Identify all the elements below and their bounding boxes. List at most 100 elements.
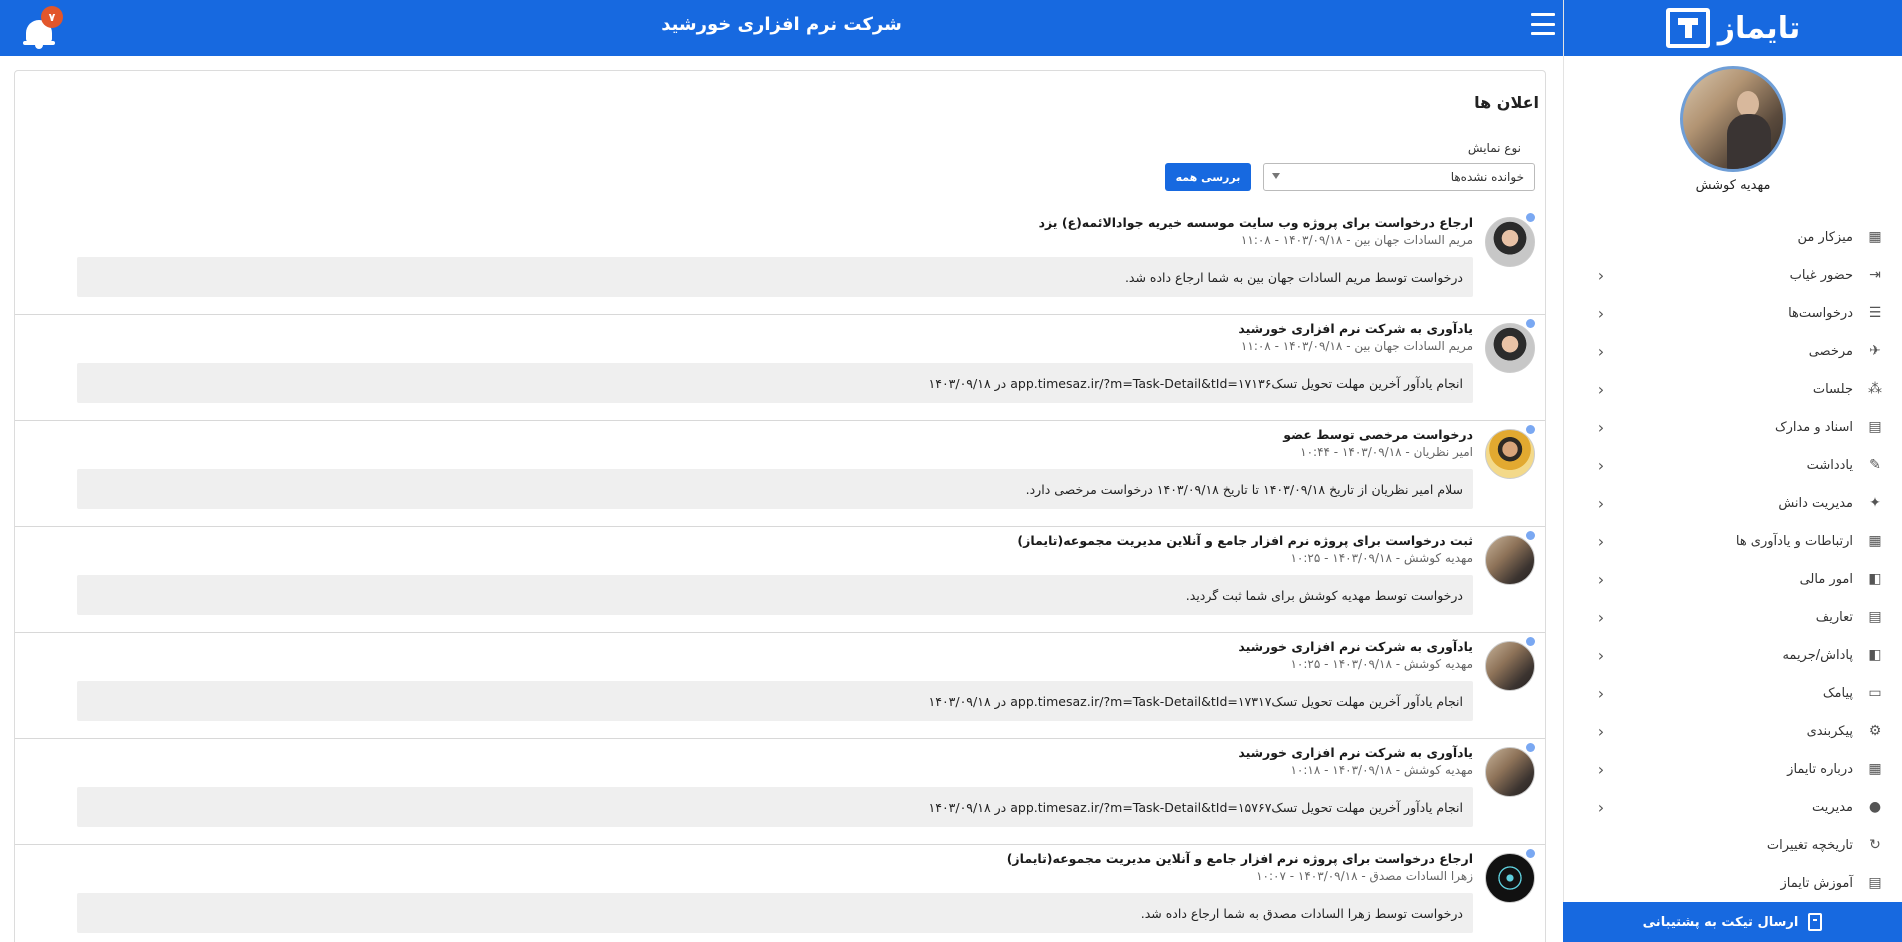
notification-body: درخواست توسط زهرا السادات مصدق به شما ار… bbox=[77, 893, 1473, 933]
chevron-left-icon: ‹ bbox=[1597, 379, 1605, 399]
history-icon: ↻ bbox=[1869, 837, 1881, 853]
sidebar-item-label: مرخصی bbox=[1808, 343, 1853, 359]
sidebar-item-13[interactable]: ⚙ پیکربندی ‹ bbox=[1564, 712, 1902, 750]
sidebar-item-4[interactable]: ⁂ جلسات ‹ bbox=[1564, 370, 1902, 408]
chevron-left-icon: ‹ bbox=[1597, 759, 1605, 779]
chevron-left-icon: ‹ bbox=[1597, 721, 1605, 741]
notification-title[interactable]: یادآوری به شرکت نرم افزاری خورشید bbox=[1238, 745, 1473, 760]
user-avatar[interactable] bbox=[1680, 66, 1786, 172]
user-name: مهدیه کوشش bbox=[1695, 178, 1771, 193]
logo-mark-icon bbox=[1665, 8, 1710, 48]
notification-title[interactable]: ارجاع درخواست برای پروژه نرم افزار جامع … bbox=[1007, 851, 1473, 866]
sidebar-item-label: حضور غیاب bbox=[1789, 267, 1853, 283]
notification-meta: مهدیه کوشش - ۱۴۰۳/۰۹/۱۸ - ۱۰:۲۵ bbox=[1290, 551, 1473, 565]
sidebar-item-label: امور مالی bbox=[1799, 571, 1853, 587]
requests-icon: ☰ bbox=[1868, 305, 1882, 321]
sidebar-item-8[interactable]: ▦ ارتباطات و یادآوری ها ‹ bbox=[1564, 522, 1902, 560]
sidebar-item-9[interactable]: ◧ امور مالی ‹ bbox=[1564, 560, 1902, 598]
unread-indicator bbox=[1526, 213, 1535, 222]
notification-item[interactable]: یادآوری به شرکت نرم افزاری خورشید مهدیه ک… bbox=[15, 739, 1545, 845]
notification-body: درخواست توسط مریم السادات جهان بین به شم… bbox=[77, 257, 1473, 297]
notification-body: انجام یادآور آخرین مهلت تحویل تسکapp.tim… bbox=[77, 681, 1473, 721]
notification-meta: مهدیه کوشش - ۱۴۰۳/۰۹/۱۸ - ۱۰:۲۵ bbox=[1290, 657, 1473, 671]
notification-title[interactable]: ثبت درخواست برای پروژه نرم افزار جامع و … bbox=[1017, 533, 1473, 548]
notification-title[interactable]: یادآوری به شرکت نرم افزاری خورشید bbox=[1238, 321, 1473, 336]
send-support-ticket-button[interactable]: ارسال تیکت به پشتیبانی bbox=[1563, 902, 1902, 942]
unread-indicator bbox=[1526, 849, 1535, 858]
sender-avatar bbox=[1485, 747, 1535, 797]
sidebar-item-5[interactable]: ▤ اسناد و مدارک ‹ bbox=[1564, 408, 1902, 446]
sidebar-item-15[interactable]: ● مدیریت ‹ bbox=[1564, 788, 1902, 826]
notifications-bell-button[interactable]: ۷ bbox=[22, 6, 63, 50]
management-icon: ● bbox=[1868, 799, 1882, 815]
notification-title[interactable]: یادآوری به شرکت نرم افزاری خورشید bbox=[1238, 639, 1473, 654]
sidebar-item-1[interactable]: ⇥ حضور غیاب ‹ bbox=[1564, 256, 1902, 294]
support-button-label: ارسال تیکت به پشتیبانی bbox=[1642, 914, 1799, 930]
notification-item[interactable]: یادآوری به شرکت نرم افزاری خورشید مریم ال… bbox=[15, 315, 1545, 421]
review-all-button[interactable]: بررسی همه bbox=[1165, 163, 1251, 191]
notification-meta: مریم السادات جهان بین - ۱۴۰۳/۰۹/۱۸ - ۱۱:… bbox=[1240, 233, 1473, 247]
notification-item[interactable]: ارجاع درخواست برای پروژه وب سایت موسسه خ… bbox=[15, 209, 1545, 315]
chevron-left-icon: ‹ bbox=[1597, 797, 1605, 817]
notification-body: انجام یادآور آخرین مهلت تحویل تسکapp.tim… bbox=[77, 363, 1473, 403]
sidebar-item-label: مدیریت دانش bbox=[1778, 495, 1853, 511]
sidebar-item-2[interactable]: ☰ درخواست‌ها ‹ bbox=[1564, 294, 1902, 332]
notification-item[interactable]: ثبت درخواست برای پروژه نرم افزار جامع و … bbox=[15, 527, 1545, 633]
sidebar-item-label: یادداشت bbox=[1806, 457, 1853, 473]
sidebar-item-label: مدیریت bbox=[1812, 799, 1853, 815]
chevron-left-icon: ‹ bbox=[1597, 265, 1605, 285]
sms-icon: ▭ bbox=[1868, 685, 1882, 701]
app-logo[interactable]: تایماز bbox=[1665, 8, 1801, 48]
sidebar-item-label: ارتباطات و یادآوری ها bbox=[1735, 533, 1853, 549]
sidebar-item-3[interactable]: ✈ مرخصی ‹ bbox=[1564, 332, 1902, 370]
sidebar-item-14[interactable]: ▦ درباره تایماز ‹ bbox=[1564, 750, 1902, 788]
sidebar-item-17[interactable]: ▤ آموزش تایماز bbox=[1564, 864, 1902, 902]
logo-bar: تایماز bbox=[1564, 0, 1902, 56]
notification-item[interactable]: یادآوری به شرکت نرم افزاری خورشید مهدیه ک… bbox=[15, 633, 1545, 739]
sidebar-item-10[interactable]: ▤ تعاریف ‹ bbox=[1564, 598, 1902, 636]
chevron-left-icon: ‹ bbox=[1597, 417, 1605, 437]
company-title: شرکت نرم افزاری خورشید bbox=[661, 14, 902, 35]
chevron-left-icon: ‹ bbox=[1597, 645, 1605, 665]
sidebar-item-7[interactable]: ✦ مدیریت دانش ‹ bbox=[1564, 484, 1902, 522]
display-type-value: خوانده نشده‌ها bbox=[1450, 170, 1524, 184]
chevron-left-icon: ‹ bbox=[1597, 455, 1605, 475]
user-profile: مهدیه کوشش bbox=[1564, 56, 1902, 196]
notification-meta: امیر نظریان - ۱۴۰۳/۰۹/۱۸ - ۱۰:۴۴ bbox=[1300, 445, 1473, 459]
sidebar-item-label: درباره تایماز bbox=[1787, 761, 1853, 777]
chevron-left-icon: ‹ bbox=[1597, 607, 1605, 627]
finance-icon: ◧ bbox=[1868, 571, 1882, 587]
unread-indicator bbox=[1526, 425, 1535, 434]
logo-text: تایماز bbox=[1717, 10, 1801, 46]
sidebar-item-label: آموزش تایماز bbox=[1780, 875, 1853, 891]
sender-avatar bbox=[1485, 641, 1535, 691]
page-title: اعلان ها bbox=[1474, 93, 1539, 112]
chevron-left-icon: ‹ bbox=[1597, 493, 1605, 513]
definitions-icon: ▤ bbox=[1868, 609, 1882, 625]
notification-item[interactable]: درخواست مرخصی توسط عضو امیر نظریان - ۱۴۰۳… bbox=[15, 421, 1545, 527]
sidebar-item-11[interactable]: ◧ پاداش/جریمه ‹ bbox=[1564, 636, 1902, 674]
meetings-icon: ⁂ bbox=[1868, 381, 1882, 397]
notification-body: انجام یادآور آخرین مهلت تحویل تسکapp.tim… bbox=[77, 787, 1473, 827]
notification-body: درخواست توسط مهدیه کوشش برای شما ثبت گرد… bbox=[77, 575, 1473, 615]
about-icon: ▦ bbox=[1868, 761, 1882, 777]
notification-title[interactable]: ارجاع درخواست برای پروژه وب سایت موسسه خ… bbox=[1039, 215, 1473, 230]
top-header: شرکت نرم افزاری خورشید ۷ bbox=[0, 0, 1563, 56]
documents-icon: ▤ bbox=[1868, 419, 1882, 435]
sidebar-item-label: میزکار من bbox=[1797, 229, 1853, 245]
notification-count-badge: ۷ bbox=[41, 6, 63, 28]
sidebar-item-6[interactable]: ✎ یادداشت ‹ bbox=[1564, 446, 1902, 484]
chevron-left-icon: ‹ bbox=[1597, 569, 1605, 589]
sidebar-item-label: جلسات bbox=[1812, 381, 1853, 397]
display-type-select[interactable]: خوانده نشده‌ها bbox=[1263, 163, 1535, 191]
pencil-icon: ✎ bbox=[1869, 457, 1881, 473]
chevron-left-icon: ‹ bbox=[1597, 341, 1605, 361]
notification-title[interactable]: درخواست مرخصی توسط عضو bbox=[1283, 427, 1473, 442]
notification-body: سلام امیر نظریان از تاریخ ۱۴۰۳/۰۹/۱۸ تا … bbox=[77, 469, 1473, 509]
reward-icon: ◧ bbox=[1868, 647, 1882, 663]
sidebar-item-16[interactable]: ↻ تاریخچه تغییرات bbox=[1564, 826, 1902, 864]
sidebar-item-label: تاریخچه تغییرات bbox=[1766, 837, 1853, 853]
notification-item[interactable]: ارجاع درخواست برای پروژه نرم افزار جامع … bbox=[15, 845, 1545, 942]
sidebar-item-12[interactable]: ▭ پیامک ‹ bbox=[1564, 674, 1902, 712]
sidebar-item-0[interactable]: ▦ میزکار من bbox=[1564, 218, 1902, 256]
